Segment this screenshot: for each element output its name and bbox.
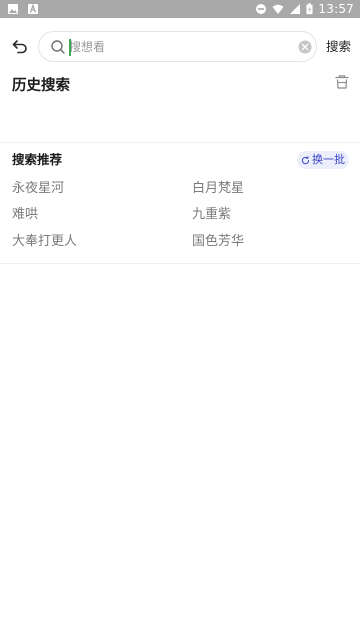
clear-input-icon[interactable] bbox=[297, 39, 313, 55]
status-time: 13:57 bbox=[318, 2, 354, 16]
a-letter-icon bbox=[28, 3, 38, 14]
search-button[interactable]: 搜索 bbox=[326, 38, 351, 55]
search-header: 搜索 bbox=[0, 30, 360, 64]
recommend-title: 搜索推荐 bbox=[12, 152, 63, 167]
history-title: 历史搜索 bbox=[12, 78, 70, 94]
image-icon bbox=[8, 4, 18, 14]
wifi-icon bbox=[272, 4, 284, 14]
recommend-item[interactable]: 九重紫 bbox=[192, 206, 231, 224]
do-not-disturb-icon bbox=[256, 4, 267, 14]
search-icon bbox=[51, 40, 65, 54]
recommend-item[interactable]: 白月梵星 bbox=[192, 180, 244, 198]
section-divider bbox=[0, 263, 360, 264]
back-arrow-icon[interactable] bbox=[10, 37, 30, 57]
recommend-item[interactable]: 永夜星河 bbox=[12, 180, 64, 198]
recommend-item[interactable]: 大奉打更人 bbox=[12, 233, 77, 251]
signal-icon bbox=[290, 4, 301, 14]
search-input[interactable] bbox=[69, 36, 297, 58]
battery-icon bbox=[306, 3, 313, 15]
status-bar: 13:57 bbox=[0, 0, 360, 18]
refresh-button[interactable]: 换一批 bbox=[297, 151, 349, 169]
refresh-icon bbox=[301, 155, 310, 164]
section-divider bbox=[0, 142, 360, 143]
text-caret bbox=[69, 39, 71, 56]
trash-icon[interactable] bbox=[334, 74, 350, 90]
recommend-item[interactable]: 难哄 bbox=[12, 206, 38, 224]
recommend-item[interactable]: 国色芳华 bbox=[192, 233, 244, 251]
refresh-label: 换一批 bbox=[312, 153, 345, 166]
search-box[interactable] bbox=[38, 31, 317, 62]
